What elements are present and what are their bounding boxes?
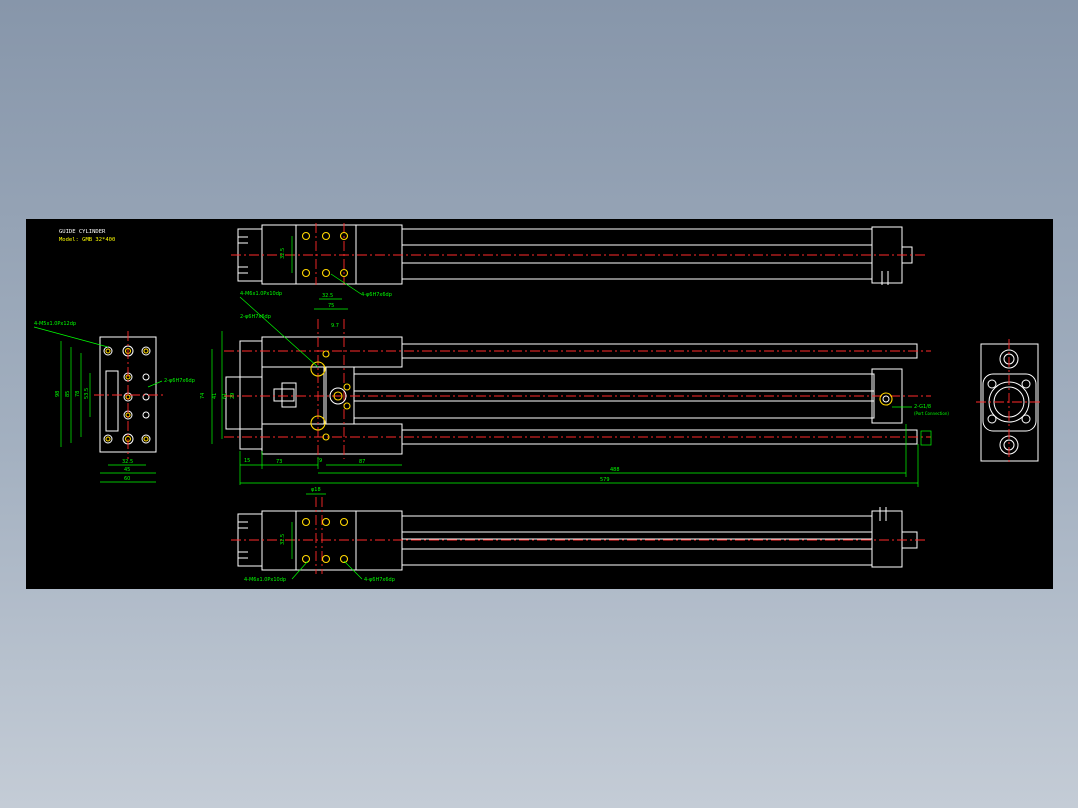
callout-front-b: 2-φ6H7x6dp — [240, 314, 271, 320]
dim-left-v1: 98 — [55, 391, 61, 397]
dim-end-total: 60 — [124, 476, 130, 482]
dim-bottom-right: 87 — [359, 459, 365, 465]
callout-top-right: 4-φ6H7x6dp — [361, 292, 392, 298]
dim-end-width: 45 — [124, 467, 130, 473]
guide-cylinder-drawing: GUIDE CYLINDER Model: GMB 32*400 32.5 4-… — [33, 223, 1042, 583]
dim-vert-29: 29 — [230, 393, 236, 399]
dim-overall: 579 — [600, 477, 610, 483]
dim-bottom-pitch: 32.5 — [280, 534, 286, 545]
title-line-1: GUIDE CYLINDER — [59, 229, 106, 235]
dim-left-v4: 53.5 — [84, 388, 90, 399]
callout-bottom-b: 4-φ6H7x6dp — [364, 577, 395, 583]
dim-vert-41: 41 — [212, 393, 218, 399]
dim-vert-74: 74 — [200, 393, 206, 399]
dim-left-v2: 85 — [65, 391, 71, 397]
dim-bottom-mid: 9 — [319, 458, 322, 464]
dim-stroke: 488 — [610, 467, 620, 473]
dim-bottom-left: 73 — [276, 459, 282, 465]
dim-bottom-top: φ18 — [311, 487, 321, 493]
title-line-2: Model: GMB 32*400 — [59, 237, 115, 243]
callout-bottom-a: 4-M6x1.0Px10dp — [244, 577, 286, 583]
dim-side-15: 15 — [244, 458, 250, 464]
dim-end-inner: 32.5 — [122, 459, 133, 465]
callout-end-a: 4-M5x1.0Px12dp — [34, 321, 76, 327]
cad-drawing-canvas: GUIDE CYLINDER Model: GMB 32*400 32.5 4-… — [26, 219, 1053, 589]
callout-front-a: 4-M6x1.0Px10dp — [240, 291, 282, 297]
callout-port: 2-G1/8 — [914, 404, 931, 410]
bottom-view: φ18 32.5 4-M6x1.0Px10dp 4-φ6H7x6dp — [231, 487, 926, 583]
callout-port-sub: (Port Connection) — [914, 411, 949, 416]
right-end-view — [976, 339, 1042, 465]
dim-front-top-a: 32.5 — [322, 293, 333, 299]
dim-top-pitch: 32.5 — [280, 248, 286, 259]
dim-left-v3: 78 — [75, 391, 81, 397]
top-view: 32.5 4-φ6H7x6dp — [231, 223, 926, 298]
dim-front-top-b: 75 — [328, 303, 334, 309]
front-view: 32.5 75 9.7 4-M6x1.0Px10dp 2-φ6H7x6dp 74… — [200, 291, 949, 487]
dim-front-top-c: 9.7 — [331, 323, 339, 329]
left-end-view: 4-M5x1.0Px12dp 2-φ6H7x6dp 98 85 78 53.5 … — [33, 321, 195, 483]
callout-end-b: 2-φ6H7x6dp — [164, 378, 195, 384]
dim-vert-61: 61 — [222, 393, 228, 399]
